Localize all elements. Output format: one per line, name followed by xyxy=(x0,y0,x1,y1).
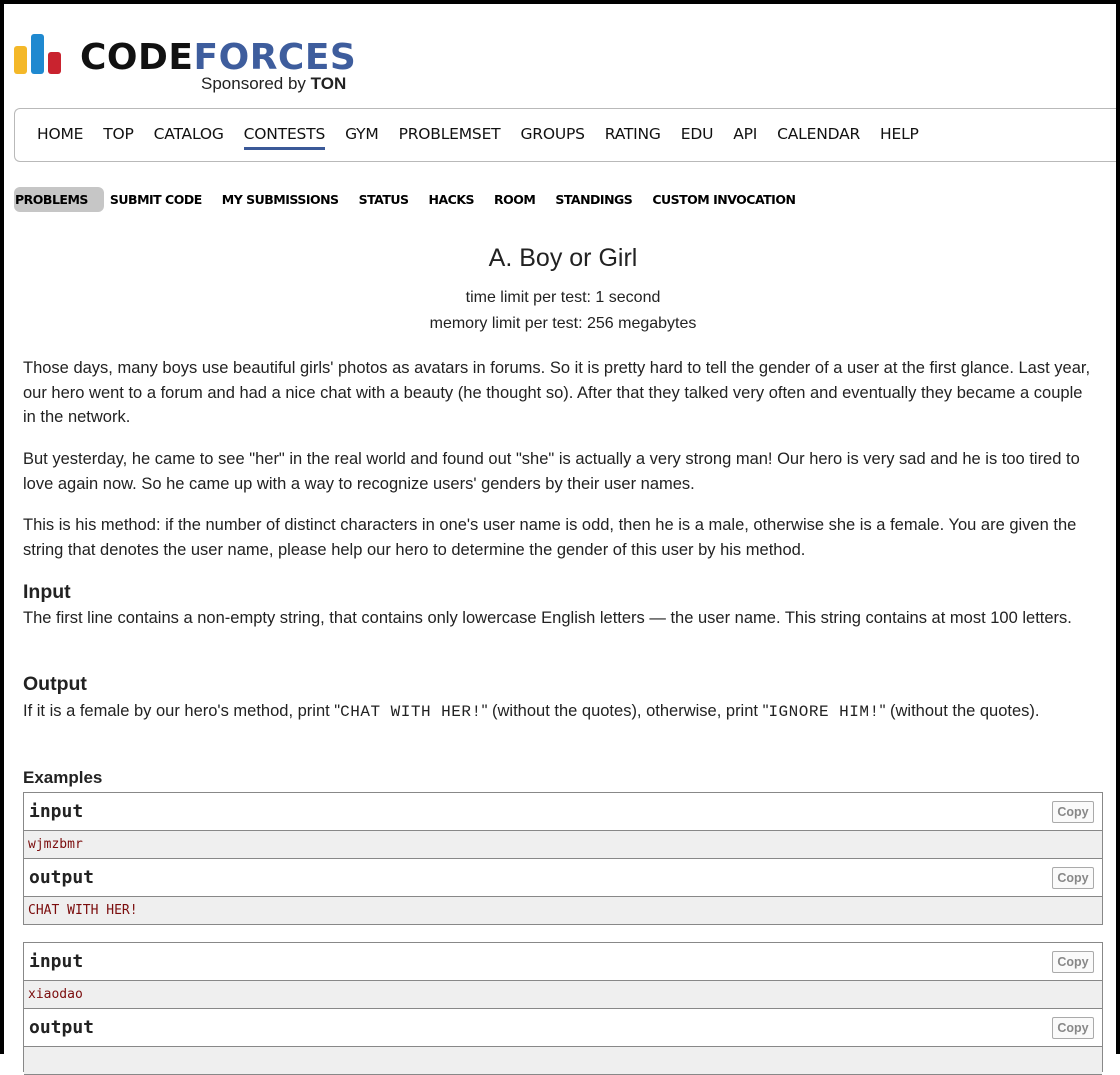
output-specification: If it is a female by our hero's method, … xyxy=(23,699,1098,725)
sample-output-title: output Copy xyxy=(24,859,1102,897)
copy-input-button[interactable]: Copy xyxy=(1052,801,1094,823)
memory-limit: memory limit per test: 256 megabytes xyxy=(429,315,697,332)
sample-input-title: input Copy xyxy=(24,793,1102,831)
input-heading: Input xyxy=(23,581,71,603)
sample-output-title: output Copy xyxy=(24,1009,1102,1047)
sample-input-label: input xyxy=(29,951,84,972)
output-text-part-3: " (without the quotes). xyxy=(879,702,1040,720)
sample-input-label: input xyxy=(29,801,84,822)
main-menu: HOME TOP CATALOG CONTESTS GYM PROBLEMSET… xyxy=(14,108,1120,162)
sample-test-1: input Copy wjmzbmr output Copy CHAT WITH… xyxy=(23,792,1103,925)
codeforces-logo[interactable]: CODEFORCES Sponsored by TON xyxy=(14,34,374,96)
logo-bar-red xyxy=(48,52,61,74)
submenu-item-room[interactable]: ROOM xyxy=(490,189,539,210)
output-code-chat: CHAT WITH HER! xyxy=(340,703,482,721)
submenu-item-custom-invocation[interactable]: CUSTOM INVOCATION xyxy=(648,189,799,210)
menu-item-home[interactable]: HOME xyxy=(37,125,83,150)
statement-paragraph-1: Those days, many boys use beautiful girl… xyxy=(23,359,1091,426)
menu-item-edu[interactable]: EDU xyxy=(681,125,714,150)
menu-item-catalog[interactable]: CATALOG xyxy=(154,125,224,150)
logo-wordmark: CODEFORCES xyxy=(80,38,356,78)
submenu-item-submit-code[interactable]: SUBMIT CODE xyxy=(106,189,206,210)
menu-item-contests[interactable]: CONTESTS xyxy=(243,125,325,150)
sample-output-label: output xyxy=(29,867,95,888)
sample-input-data: wjmzbmr xyxy=(24,831,1102,859)
menu-item-top[interactable]: TOP xyxy=(103,125,134,150)
copy-input-button[interactable]: Copy xyxy=(1052,951,1094,973)
menu-item-problemset[interactable]: PROBLEMSET xyxy=(399,125,501,150)
output-code-ignore: IGNORE HIM! xyxy=(768,703,880,721)
copy-output-button[interactable]: Copy xyxy=(1052,1017,1094,1039)
problem-title: A. Boy or Girl xyxy=(488,244,638,272)
sample-output-data: CHAT WITH HER! xyxy=(24,897,1102,925)
menu-item-gym[interactable]: GYM xyxy=(345,125,379,150)
logo-bars-icon xyxy=(14,34,66,74)
output-text-part-1: If it is a female by our hero's method, … xyxy=(23,702,341,720)
submenu-item-hacks[interactable]: HACKS xyxy=(425,189,479,210)
copy-output-button[interactable]: Copy xyxy=(1052,867,1094,889)
menu-item-calendar[interactable]: CALENDAR xyxy=(777,125,860,150)
menu-item-api[interactable]: API xyxy=(733,125,757,150)
sample-output-label: output xyxy=(29,1017,95,1038)
submenu-item-problems[interactable]: PROBLEMS xyxy=(14,186,104,212)
sponsor-name: TON xyxy=(310,74,347,93)
menu-item-groups[interactable]: GROUPS xyxy=(520,125,585,150)
output-text-part-2: " (without the quotes), otherwise, print… xyxy=(481,702,769,720)
menu-item-help[interactable]: HELP xyxy=(880,125,919,150)
input-specification: The first line contains a non-empty stri… xyxy=(23,609,1072,627)
time-limit: time limit per test: 1 second xyxy=(465,289,661,306)
submenu-item-standings[interactable]: STANDINGS xyxy=(551,189,636,210)
submenu-item-status[interactable]: STATUS xyxy=(355,189,413,210)
sample-input-data: xiaodao xyxy=(24,981,1102,1009)
logo-word-forces: FORCES xyxy=(193,37,357,78)
sponsor-line: Sponsored by TON xyxy=(201,74,346,94)
statement-paragraph-2: But yesterday, he came to see "her" in t… xyxy=(23,450,1080,493)
sample-input-title: input Copy xyxy=(24,943,1102,981)
submenu-item-my-submissions[interactable]: MY SUBMISSIONS xyxy=(218,189,343,210)
logo-word-code: CODE xyxy=(80,37,194,78)
sponsor-prefix: Sponsored by xyxy=(201,74,306,93)
contest-submenu: PROBLEMS SUBMIT CODE MY SUBMISSIONS STAT… xyxy=(14,186,811,212)
examples-heading: Examples xyxy=(23,768,103,787)
output-heading: Output xyxy=(23,673,87,695)
logo-bar-blue xyxy=(31,34,44,74)
statement-paragraph-3: This is his method: if the number of dis… xyxy=(23,516,1077,559)
logo-bar-yellow xyxy=(14,46,27,74)
sample-test-2: input Copy xiaodao output Copy xyxy=(23,942,1103,1075)
menu-item-rating[interactable]: RATING xyxy=(605,125,661,150)
sample-output-data xyxy=(24,1047,1102,1075)
